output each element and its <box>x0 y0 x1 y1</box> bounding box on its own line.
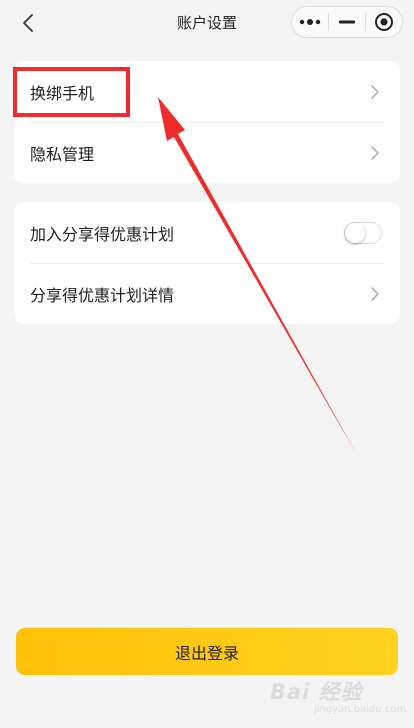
close-target-icon <box>374 13 393 31</box>
minimize-icon <box>338 20 355 24</box>
top-bar: 账户设置 <box>0 0 414 44</box>
list-item-share-plan-details[interactable]: 分享得优惠计划详情 <box>14 263 400 324</box>
list-item-label: 分享得优惠计划详情 <box>30 285 175 305</box>
share-plan-toggle[interactable] <box>344 221 382 244</box>
watermark: Bai 经验 jingyan.baidu.com <box>270 676 410 720</box>
mini-program-capsule <box>291 6 403 38</box>
more-button[interactable] <box>292 7 328 37</box>
list-item-change-phone[interactable]: 换绑手机 <box>14 61 400 122</box>
close-button[interactable] <box>366 7 402 37</box>
chevron-right-icon <box>370 145 380 161</box>
more-dots-icon <box>299 19 321 25</box>
share-plan-card: 加入分享得优惠计划 分享得优惠计划详情 <box>14 202 400 324</box>
account-settings-card: 换绑手机 隐私管理 <box>14 61 400 183</box>
watermark-logo: Bai 经验 <box>270 680 363 704</box>
list-item-label: 换绑手机 <box>30 83 95 103</box>
list-item-label: 隐私管理 <box>30 144 95 164</box>
toggle-knob <box>345 222 365 243</box>
list-item-privacy[interactable]: 隐私管理 <box>14 122 400 183</box>
minimize-button[interactable] <box>329 7 365 37</box>
chevron-right-icon <box>370 84 380 100</box>
chevron-right-icon <box>370 286 380 302</box>
logout-button[interactable]: 退出登录 <box>16 628 398 675</box>
list-item-label: 加入分享得优惠计划 <box>30 224 175 244</box>
list-item-join-share-plan: 加入分享得优惠计划 <box>14 202 400 263</box>
watermark-url: jingyan.baidu.com <box>314 704 407 715</box>
